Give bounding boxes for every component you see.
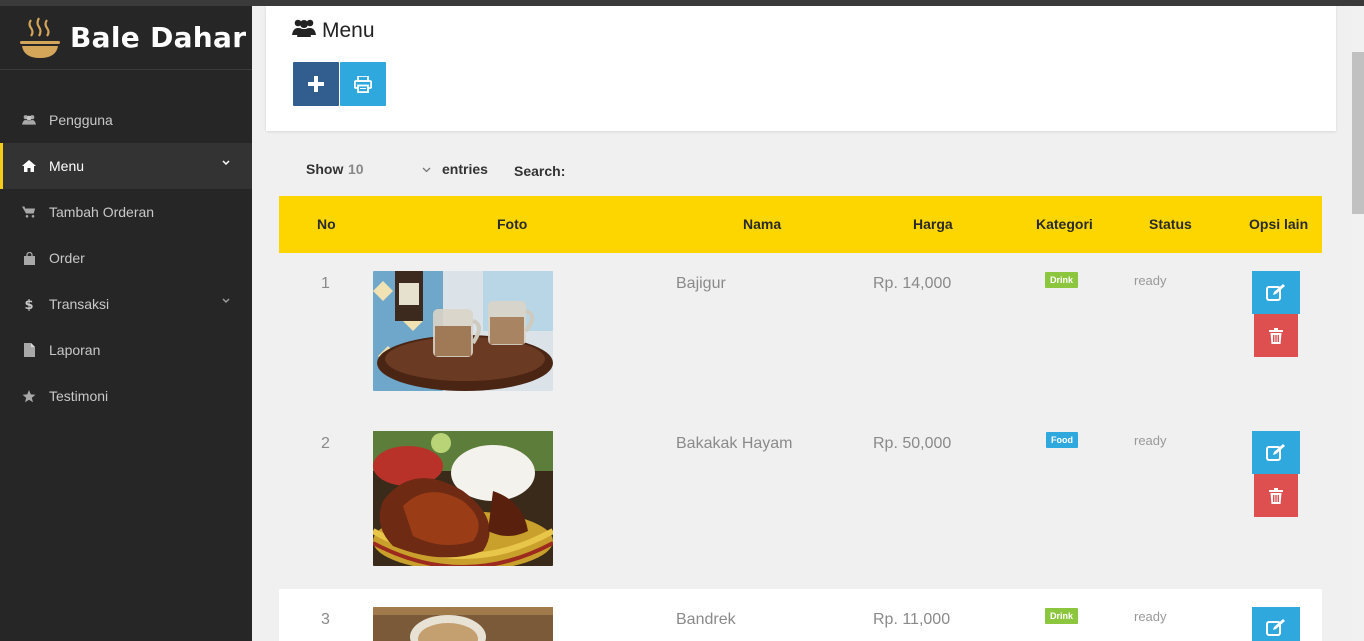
column-header-status[interactable]: Status	[1149, 216, 1192, 232]
menu-photo	[373, 431, 553, 566]
column-header-foto[interactable]: Foto	[497, 216, 527, 232]
row-number: 2	[321, 435, 330, 452]
menu-price: Rp. 14,000	[873, 275, 952, 292]
menu-price: Rp. 11,000	[873, 611, 951, 628]
brand[interactable]: Bale Dahar	[0, 6, 252, 70]
home-icon	[22, 159, 36, 173]
sidebar-item-label: Menu	[49, 158, 85, 174]
row-number: 3	[321, 611, 330, 628]
row-number: 1	[321, 275, 330, 292]
column-header-opsi-lain: Opsi lain	[1249, 216, 1309, 232]
cart-icon	[22, 205, 36, 219]
sidebar-item-order[interactable]: Order	[0, 235, 252, 281]
menu-photo	[373, 607, 553, 641]
page-title: Menu	[292, 18, 375, 43]
sidebar-item-tambah-orderan[interactable]: Tambah Orderan	[0, 189, 252, 235]
status-text: ready	[1134, 273, 1167, 288]
users-icon	[22, 113, 36, 127]
chevron-down-icon[interactable]	[422, 167, 431, 173]
main-content: Menu Show 10 entries Search: No Foto Nam…	[252, 6, 1352, 641]
sidebar-item-testimoni[interactable]: Testimoni	[0, 373, 252, 419]
sidebar-item-label: Transaksi	[49, 296, 110, 312]
page-title-text: Menu	[322, 18, 375, 42]
sidebar-item-transaksi[interactable]: $ Transaksi	[0, 281, 252, 327]
trash-icon	[1269, 487, 1283, 504]
scrollbar-thumb[interactable]	[1352, 52, 1364, 214]
plus-icon	[308, 76, 324, 92]
dollar-icon: $	[22, 297, 36, 311]
sidebar-item-label: Testimoni	[49, 388, 109, 404]
print-button[interactable]	[340, 62, 386, 106]
sidebar-item-laporan[interactable]: Laporan	[0, 327, 252, 373]
status-text: ready	[1134, 609, 1167, 624]
sidebar-item-label: Tambah Orderan	[49, 204, 155, 220]
column-header-nama[interactable]: Nama	[743, 216, 781, 232]
category-badge: Food	[1046, 432, 1078, 448]
sidebar-item-label: Pengguna	[49, 112, 113, 128]
users-icon	[292, 18, 316, 43]
file-icon	[22, 343, 36, 357]
edit-button[interactable]	[1252, 607, 1300, 641]
table-header: No Foto Nama Harga Kategori Status Opsi …	[279, 196, 1322, 253]
print-icon	[354, 75, 372, 93]
column-header-no[interactable]: No	[317, 216, 336, 232]
table-row: 1 Bajigur Rp. 14,000 Drink ready	[279, 253, 1322, 413]
sidebar-item-label: Order	[49, 250, 85, 266]
window-top-strip	[0, 0, 1364, 6]
sidebar-item-menu[interactable]: Menu	[0, 143, 252, 189]
page-header-panel: Menu	[266, 6, 1336, 131]
sidebar: Bale Dahar Pengguna Menu Tambah Orderan	[0, 6, 252, 641]
menu-price: Rp. 50,000	[873, 435, 952, 452]
menu-name: Bandrek	[676, 611, 736, 628]
menu-photo	[373, 271, 553, 391]
menu-name: Bajigur	[676, 275, 726, 292]
show-label: Show	[306, 161, 344, 177]
column-header-harga[interactable]: Harga	[913, 216, 953, 232]
sidebar-nav: Pengguna Menu Tambah Orderan Order $ Tra…	[0, 97, 252, 419]
edit-button[interactable]	[1252, 271, 1300, 314]
chevron-down-icon	[222, 298, 230, 304]
category-badge: Drink	[1045, 608, 1079, 624]
add-menu-button[interactable]	[293, 62, 339, 106]
delete-button[interactable]	[1254, 474, 1298, 517]
table-row: 3 Bandrek Rp. 11,000 Drink ready	[279, 589, 1322, 641]
entries-length-select[interactable]: 10	[348, 161, 364, 177]
table-controls: Show 10 entries Search:	[306, 161, 906, 181]
category-badge: Drink	[1045, 272, 1079, 288]
entries-label: entries	[442, 161, 488, 177]
trash-icon	[1269, 327, 1283, 344]
svg-text:$: $	[24, 298, 33, 311]
delete-button[interactable]	[1254, 314, 1298, 357]
sidebar-item-label: Laporan	[49, 342, 101, 358]
edit-icon	[1266, 284, 1285, 301]
star-icon	[22, 389, 36, 403]
shopping-bag-icon	[22, 251, 36, 265]
app-name: Bale Dahar	[70, 21, 247, 54]
edit-icon	[1266, 444, 1285, 461]
column-header-kategori[interactable]: Kategori	[1036, 216, 1093, 232]
sidebar-item-pengguna[interactable]: Pengguna	[0, 97, 252, 143]
menu-name: Bakakak Hayam	[676, 435, 793, 452]
status-text: ready	[1134, 433, 1167, 448]
table-row: 2 Bakakak Hayam Rp. 50,000 Food ready	[279, 413, 1322, 589]
search-label: Search:	[514, 163, 566, 179]
steaming-bowl-logo-icon	[20, 16, 60, 58]
edit-button[interactable]	[1252, 431, 1300, 474]
chevron-down-icon	[222, 160, 230, 166]
edit-icon	[1266, 618, 1285, 636]
menu-table: No Foto Nama Harga Kategori Status Opsi …	[279, 196, 1322, 641]
